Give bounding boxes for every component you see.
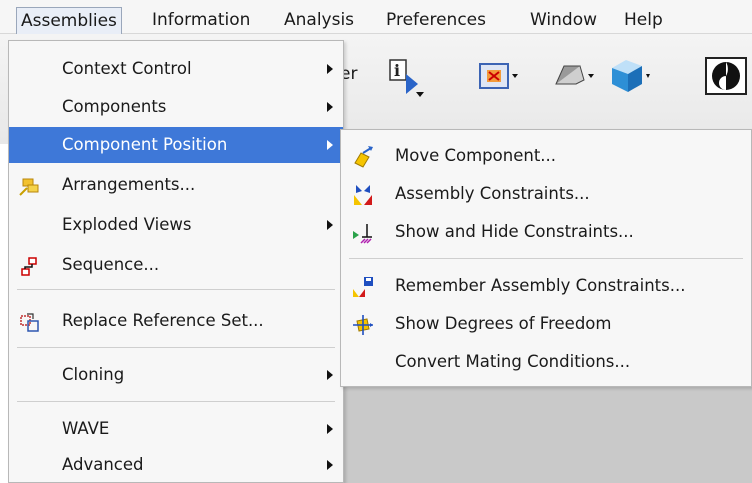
menu-analysis[interactable]: Analysis [280, 8, 358, 32]
move-component-icon [351, 145, 375, 169]
menu-item-replace-reference-set[interactable]: Replace Reference Set... [9, 303, 343, 339]
menu-item-cloning[interactable]: Cloning [9, 357, 343, 393]
submenu-item-show-hide-constraints[interactable]: Show and Hide Constraints... [341, 214, 751, 250]
menu-item-context-control[interactable]: Context Control [9, 51, 343, 87]
submenu-item-convert-mating-conditions[interactable]: Convert Mating Conditions... [341, 344, 751, 380]
component-position-submenu: Move Component... Assembly Constraints..… [340, 129, 752, 387]
cube-view-icon[interactable] [606, 54, 650, 98]
submenu-arrow-icon [327, 370, 333, 380]
menu-window[interactable]: Window [526, 8, 601, 32]
menu-item-wave[interactable]: WAVE [9, 411, 343, 447]
arrangements-icon [19, 175, 41, 197]
close-view-icon[interactable] [476, 54, 520, 98]
menu-item-components[interactable]: Components [9, 89, 343, 125]
menu-separator [17, 401, 335, 402]
menu-item-component-position[interactable]: Component Position [9, 127, 343, 163]
submenu-item-move-component[interactable]: Move Component... [341, 138, 751, 174]
menu-item-advanced[interactable]: Advanced [9, 447, 343, 483]
degrees-of-freedom-icon [351, 313, 375, 337]
information-tool-icon[interactable]: i [384, 54, 428, 98]
submenu-item-remember-constraints[interactable]: Remember Assembly Constraints... [341, 268, 751, 304]
show-hide-constraints-icon [351, 221, 375, 245]
submenu-arrow-icon [327, 220, 333, 230]
submenu-arrow-icon [327, 424, 333, 434]
replace-reference-set-icon [19, 311, 41, 333]
remember-constraints-icon [351, 275, 375, 299]
submenu-arrow-icon [327, 460, 333, 470]
submenu-arrow-icon [327, 102, 333, 112]
menu-item-exploded-views[interactable]: Exploded Views [9, 207, 343, 243]
svg-text:i: i [394, 61, 400, 80]
submenu-item-assembly-constraints[interactable]: Assembly Constraints... [341, 176, 751, 212]
menu-item-arrangements[interactable]: Arrangements... [9, 167, 343, 203]
submenu-arrow-icon [327, 64, 333, 74]
assemblies-dropdown: Context Control Components Component Pos… [8, 40, 344, 483]
assembly-constraints-icon [351, 183, 375, 207]
submenu-separator [349, 258, 743, 259]
menu-help[interactable]: Help [620, 8, 667, 32]
render-style-icon[interactable] [704, 54, 748, 98]
sequence-icon [19, 255, 41, 277]
menu-assemblies[interactable]: Assemblies [16, 7, 122, 36]
shaded-view-icon[interactable] [550, 54, 594, 98]
menu-item-sequence[interactable]: Sequence... [9, 247, 343, 283]
submenu-arrow-icon [327, 140, 333, 150]
submenu-item-degrees-of-freedom[interactable]: Show Degrees of Freedom [341, 306, 751, 342]
menu-separator [17, 347, 335, 348]
menu-information[interactable]: Information [148, 8, 254, 32]
menu-separator [17, 289, 335, 290]
menu-preferences[interactable]: Preferences [382, 8, 490, 32]
menu-bar: Assemblies Information Analysis Preferen… [0, 0, 752, 36]
